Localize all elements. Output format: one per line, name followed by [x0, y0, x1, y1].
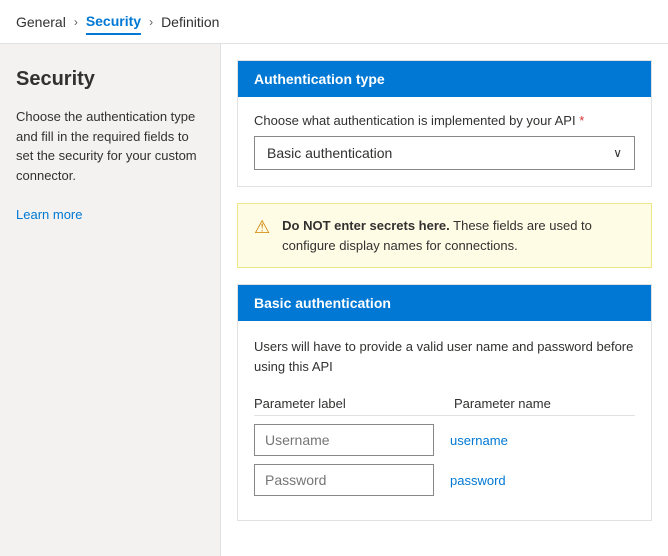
basic-auth-body: Users will have to provide a valid user … — [238, 321, 651, 520]
content-area: Authentication type Choose what authenti… — [220, 44, 668, 556]
main-layout: Security Choose the authentication type … — [0, 44, 668, 556]
sidebar-title: Security — [16, 68, 204, 91]
auth-type-header: Authentication type — [238, 61, 651, 97]
breadcrumb-definition[interactable]: Definition — [161, 10, 219, 34]
param-table: Parameter label Parameter name username … — [254, 392, 635, 496]
required-star: * — [579, 113, 584, 128]
auth-type-body: Choose what authentication is implemente… — [238, 97, 651, 186]
username-param-name: username — [450, 433, 599, 448]
sidebar-desc-text: Choose the authentication type and fill … — [16, 109, 197, 183]
breadcrumb-sep-2: › — [149, 15, 153, 29]
breadcrumb: General › Security › Definition — [0, 0, 668, 44]
breadcrumb-security[interactable]: Security — [86, 9, 141, 35]
warning-text: Do NOT enter secrets here. These fields … — [282, 216, 635, 255]
auth-description: Users will have to provide a valid user … — [254, 337, 635, 376]
basic-auth-section: Basic authentication Users will have to … — [237, 284, 652, 521]
sidebar-description: Choose the authentication type and fill … — [16, 107, 204, 224]
auth-type-section: Authentication type Choose what authenti… — [237, 60, 652, 187]
breadcrumb-sep-1: › — [74, 15, 78, 29]
learn-more-link[interactable]: Learn more — [16, 207, 82, 222]
param-label-header: Parameter label — [254, 396, 454, 411]
auth-type-selected-value: Basic authentication — [267, 145, 392, 161]
param-row-password: password — [254, 464, 635, 496]
username-input[interactable] — [254, 424, 434, 456]
auth-type-dropdown[interactable]: Basic authentication ∨ — [254, 136, 635, 170]
param-name-header: Parameter name — [454, 396, 615, 411]
breadcrumb-general[interactable]: General — [16, 10, 66, 34]
auth-type-field-label: Choose what authentication is implemente… — [254, 113, 635, 128]
warning-text-bold: Do NOT enter secrets here. — [282, 218, 450, 233]
warning-icon: ⚠ — [254, 217, 270, 238]
password-param-name: password — [450, 473, 599, 488]
sidebar: Security Choose the authentication type … — [0, 44, 220, 556]
basic-auth-header: Basic authentication — [238, 285, 651, 321]
dropdown-arrow-icon: ∨ — [613, 146, 622, 160]
warning-box: ⚠ Do NOT enter secrets here. These field… — [237, 203, 652, 268]
param-header-row: Parameter label Parameter name — [254, 392, 635, 416]
param-row-username: username — [254, 424, 635, 456]
password-input[interactable] — [254, 464, 434, 496]
